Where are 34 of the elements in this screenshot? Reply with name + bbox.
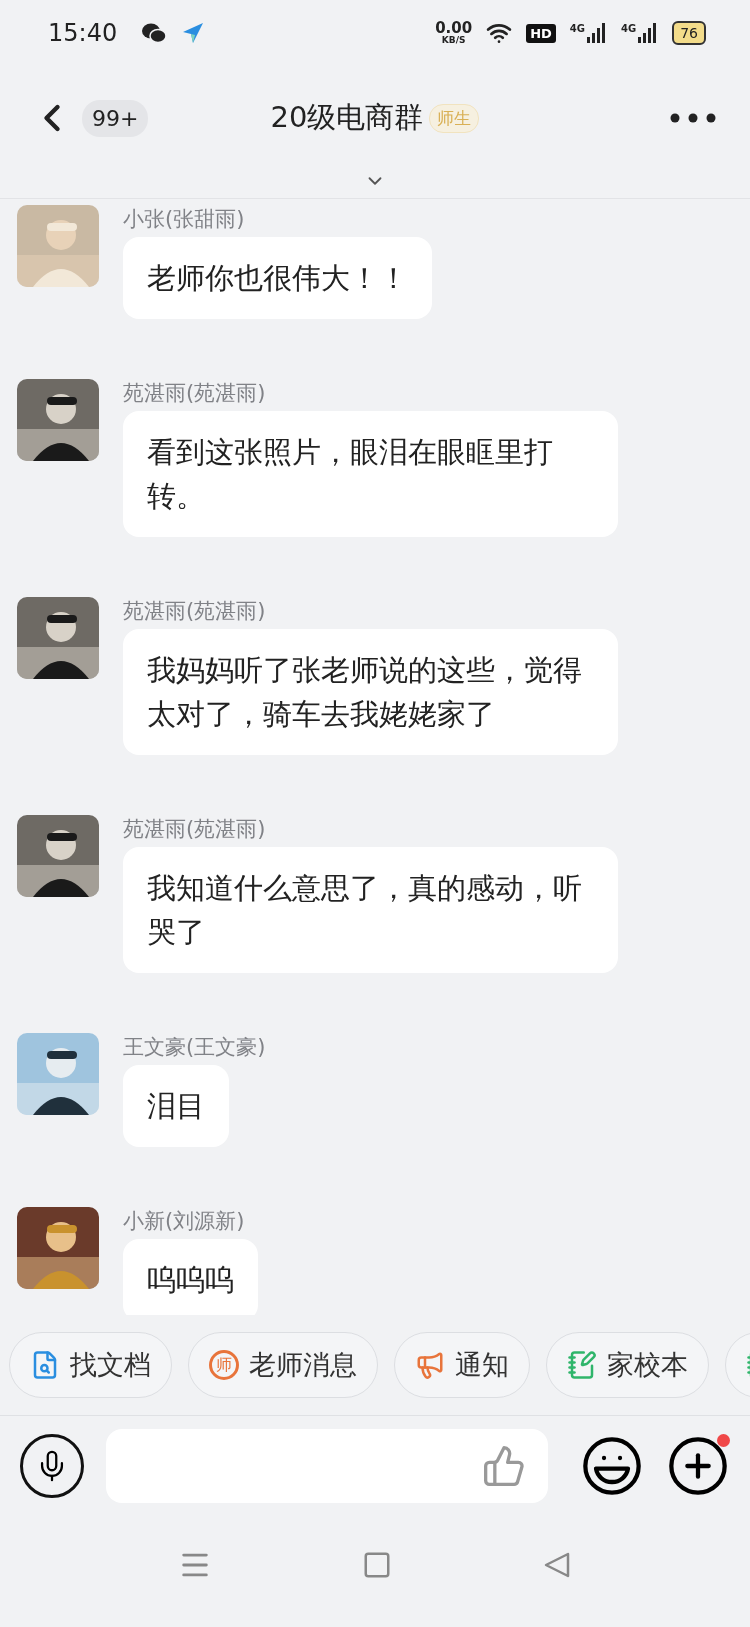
- network-speed: 0.00 KB/S: [435, 21, 473, 45]
- emoji-button[interactable]: [580, 1434, 644, 1498]
- shortcut-chip[interactable]: 家校本: [546, 1332, 709, 1398]
- shortcut-chip[interactable]: 通知: [394, 1332, 530, 1398]
- sender-name: 苑湛雨(苑湛雨): [123, 380, 266, 407]
- unread-count: 99+: [82, 99, 149, 137]
- thumbs-up-icon[interactable]: [482, 1444, 526, 1488]
- megaphone-icon: [415, 1350, 445, 1380]
- sender-name: 王文豪(王文豪): [123, 1034, 266, 1061]
- shortcut-chip[interactable]: 找文档: [9, 1332, 172, 1398]
- message-bubble: 我知道什么意思了，真的感动，听哭了: [123, 847, 618, 973]
- hd-icon: HD: [526, 23, 556, 43]
- chat-app-icon: [141, 22, 168, 44]
- message-bubble: 我妈妈听了张老师说的这些，觉得太对了，骑车去我姥姥家了: [123, 629, 618, 755]
- group-tag: 师生: [429, 103, 480, 133]
- notebook-icon: [567, 1350, 597, 1380]
- message-bubble: 老师你也很伟大！！: [123, 237, 432, 319]
- add-button[interactable]: [666, 1434, 730, 1498]
- chat-title: 20级电商群: [270, 99, 424, 136]
- status-time: 15:40: [48, 19, 118, 47]
- message-bubble: 看到这张照片，眼泪在眼眶里打转。: [123, 411, 618, 537]
- sender-name: 小张(张甜雨): [123, 206, 245, 233]
- paper-plane-icon: [181, 21, 206, 45]
- message-input[interactable]: [106, 1429, 548, 1503]
- more-icon[interactable]: [670, 113, 716, 123]
- sender-name: 苑湛雨(苑湛雨): [123, 598, 266, 625]
- message-bubble: 呜呜呜: [123, 1239, 258, 1315]
- sender-name: 小新(刘源新): [123, 1208, 245, 1235]
- sender-name: 苑湛雨(苑湛雨): [123, 816, 266, 843]
- teacher-icon: 师: [209, 1350, 239, 1380]
- battery-icon: 76: [672, 21, 706, 45]
- message-bubble: 泪目: [123, 1065, 229, 1147]
- voice-button[interactable]: [20, 1434, 84, 1498]
- shortcut-chip[interactable]: 师 老师消息: [188, 1332, 378, 1398]
